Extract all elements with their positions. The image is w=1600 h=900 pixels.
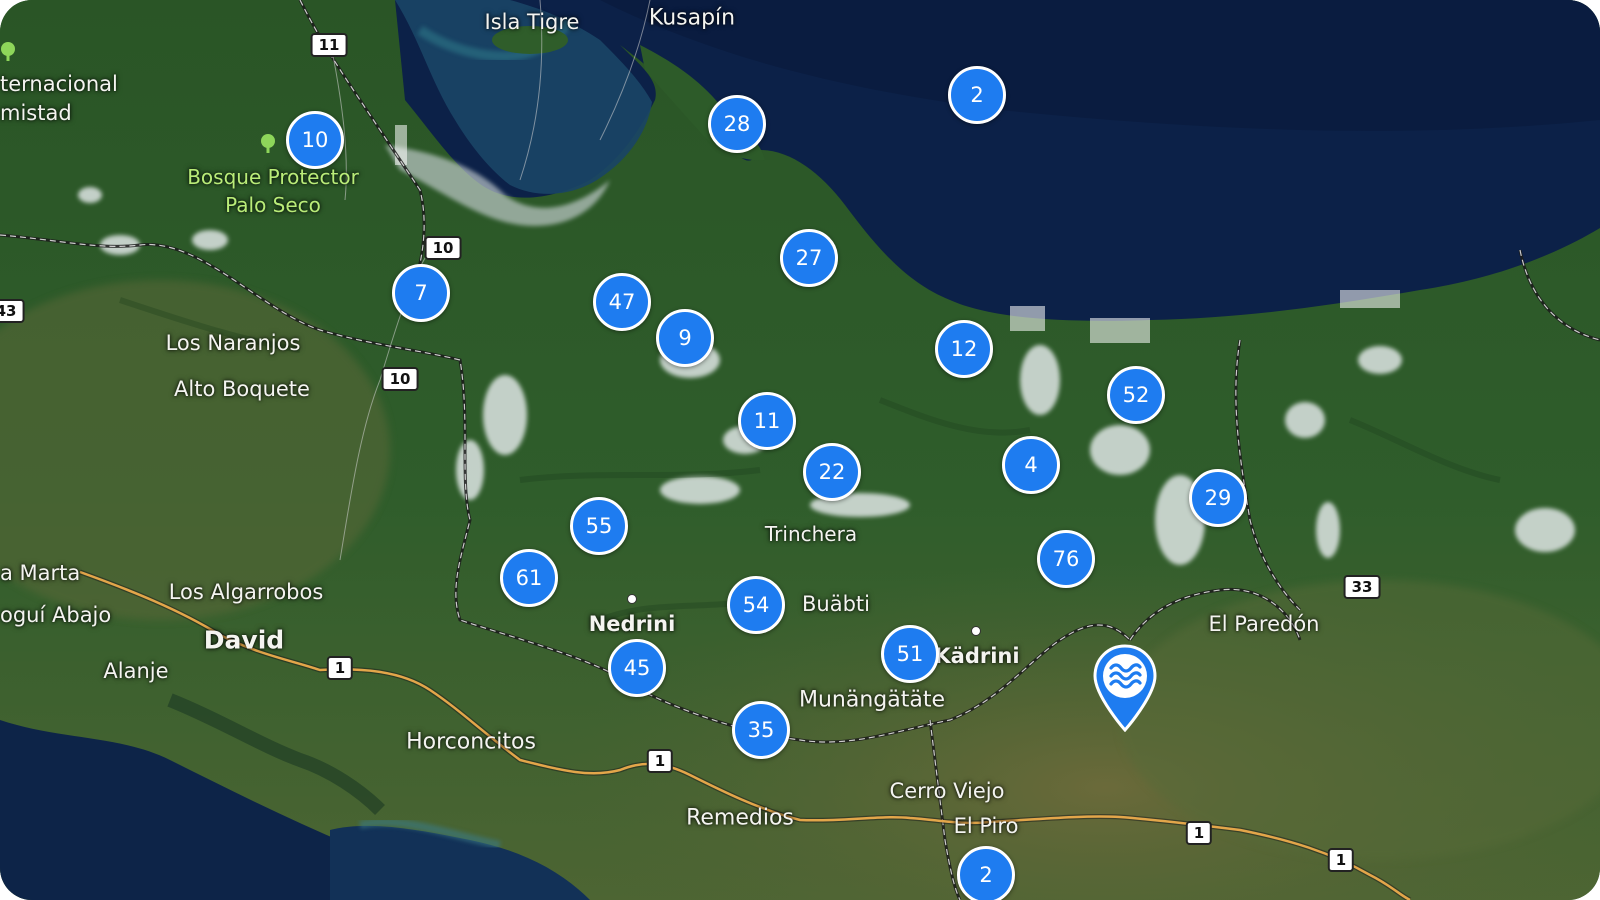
place-label-remedios: Remedios xyxy=(686,805,794,831)
park-label-bosque-protector: Bosque Protector Palo Seco xyxy=(187,163,359,219)
place-label-david: David xyxy=(203,625,285,655)
route-shield-11: 11 xyxy=(310,33,348,57)
cluster-marker[interactable]: 22 xyxy=(803,443,861,501)
place-label-kusapin: Kusapín xyxy=(648,5,736,31)
place-label-cerro-viejo: Cerro Viejo xyxy=(889,779,1005,803)
cluster-marker[interactable]: 7 xyxy=(392,264,450,322)
park-tree-icon xyxy=(261,134,275,153)
cluster-marker[interactable]: 12 xyxy=(935,320,993,378)
place-label-los-algarrobos: Los Algarrobos xyxy=(168,580,324,604)
cluster-marker[interactable]: 9 xyxy=(656,309,714,367)
cluster-marker[interactable]: 10 xyxy=(286,111,344,169)
place-label-internacional: ternacional xyxy=(0,72,118,96)
place-label-trinchera: Trinchera xyxy=(764,522,858,546)
route-shield-33: 33 xyxy=(1343,575,1381,599)
route-shield-1: 1 xyxy=(326,656,354,680)
cluster-marker[interactable]: 2 xyxy=(957,846,1015,900)
town-dot xyxy=(627,594,637,604)
park-label-line2: Palo Seco xyxy=(225,193,321,217)
place-label-alanje: Alanje xyxy=(103,659,169,683)
route-shield-1: 1 xyxy=(1327,848,1355,872)
route-shield-10: 10 xyxy=(424,236,462,260)
place-label-horconcitos: Horconcitos xyxy=(406,729,536,755)
satellite-basemap[interactable] xyxy=(0,0,1600,900)
place-label-el-piro: El Piro xyxy=(953,814,1019,838)
cluster-marker[interactable]: 55 xyxy=(570,497,628,555)
park-tree-icon xyxy=(1,42,15,61)
place-label-los-naranjos: Los Naranjos xyxy=(165,331,301,355)
route-shield-1: 1 xyxy=(646,749,674,773)
cluster-marker[interactable]: 47 xyxy=(593,273,651,331)
cluster-marker[interactable]: 11 xyxy=(738,392,796,450)
route-shield-43: 43 xyxy=(0,299,25,323)
cluster-marker[interactable]: 2 xyxy=(948,66,1006,124)
cluster-marker[interactable]: 29 xyxy=(1189,469,1247,527)
cluster-marker[interactable]: 28 xyxy=(708,95,766,153)
place-label-munangatate: Munängätäte xyxy=(798,687,946,713)
place-label-amistad: mistad xyxy=(0,101,72,125)
cluster-marker[interactable]: 35 xyxy=(732,701,790,759)
map-view[interactable]: Isla Tigre Kusapín ternacional mistad Bo… xyxy=(0,0,1600,900)
cluster-marker[interactable]: 76 xyxy=(1037,530,1095,588)
town-dot xyxy=(971,626,981,636)
cluster-marker[interactable]: 51 xyxy=(881,625,939,683)
water-location-pin[interactable] xyxy=(1093,644,1157,732)
place-label-isla-tigre: Isla Tigre xyxy=(484,10,580,34)
route-shield-10: 10 xyxy=(381,367,419,391)
cluster-marker[interactable]: 27 xyxy=(780,229,838,287)
cluster-marker[interactable]: 61 xyxy=(500,549,558,607)
cluster-marker[interactable]: 52 xyxy=(1107,366,1165,424)
place-label-buabti: Buäbti xyxy=(802,592,870,616)
place-label-santa-marta: a Marta xyxy=(0,561,81,585)
park-label-line1: Bosque Protector xyxy=(187,165,359,189)
cluster-marker[interactable]: 4 xyxy=(1002,436,1060,494)
place-label-bugui-abajo: oguí Abajo xyxy=(0,603,112,627)
place-label-alto-boquete: Alto Boquete xyxy=(174,377,310,401)
cluster-marker[interactable]: 54 xyxy=(727,576,785,634)
cluster-marker[interactable]: 45 xyxy=(608,639,666,697)
place-label-nedrini: Nedrini xyxy=(588,612,676,636)
route-shield-1: 1 xyxy=(1185,821,1213,845)
place-label-kadrini: Kädrini xyxy=(934,644,1020,668)
place-label-el-paredon: El Paredón xyxy=(1208,612,1320,636)
